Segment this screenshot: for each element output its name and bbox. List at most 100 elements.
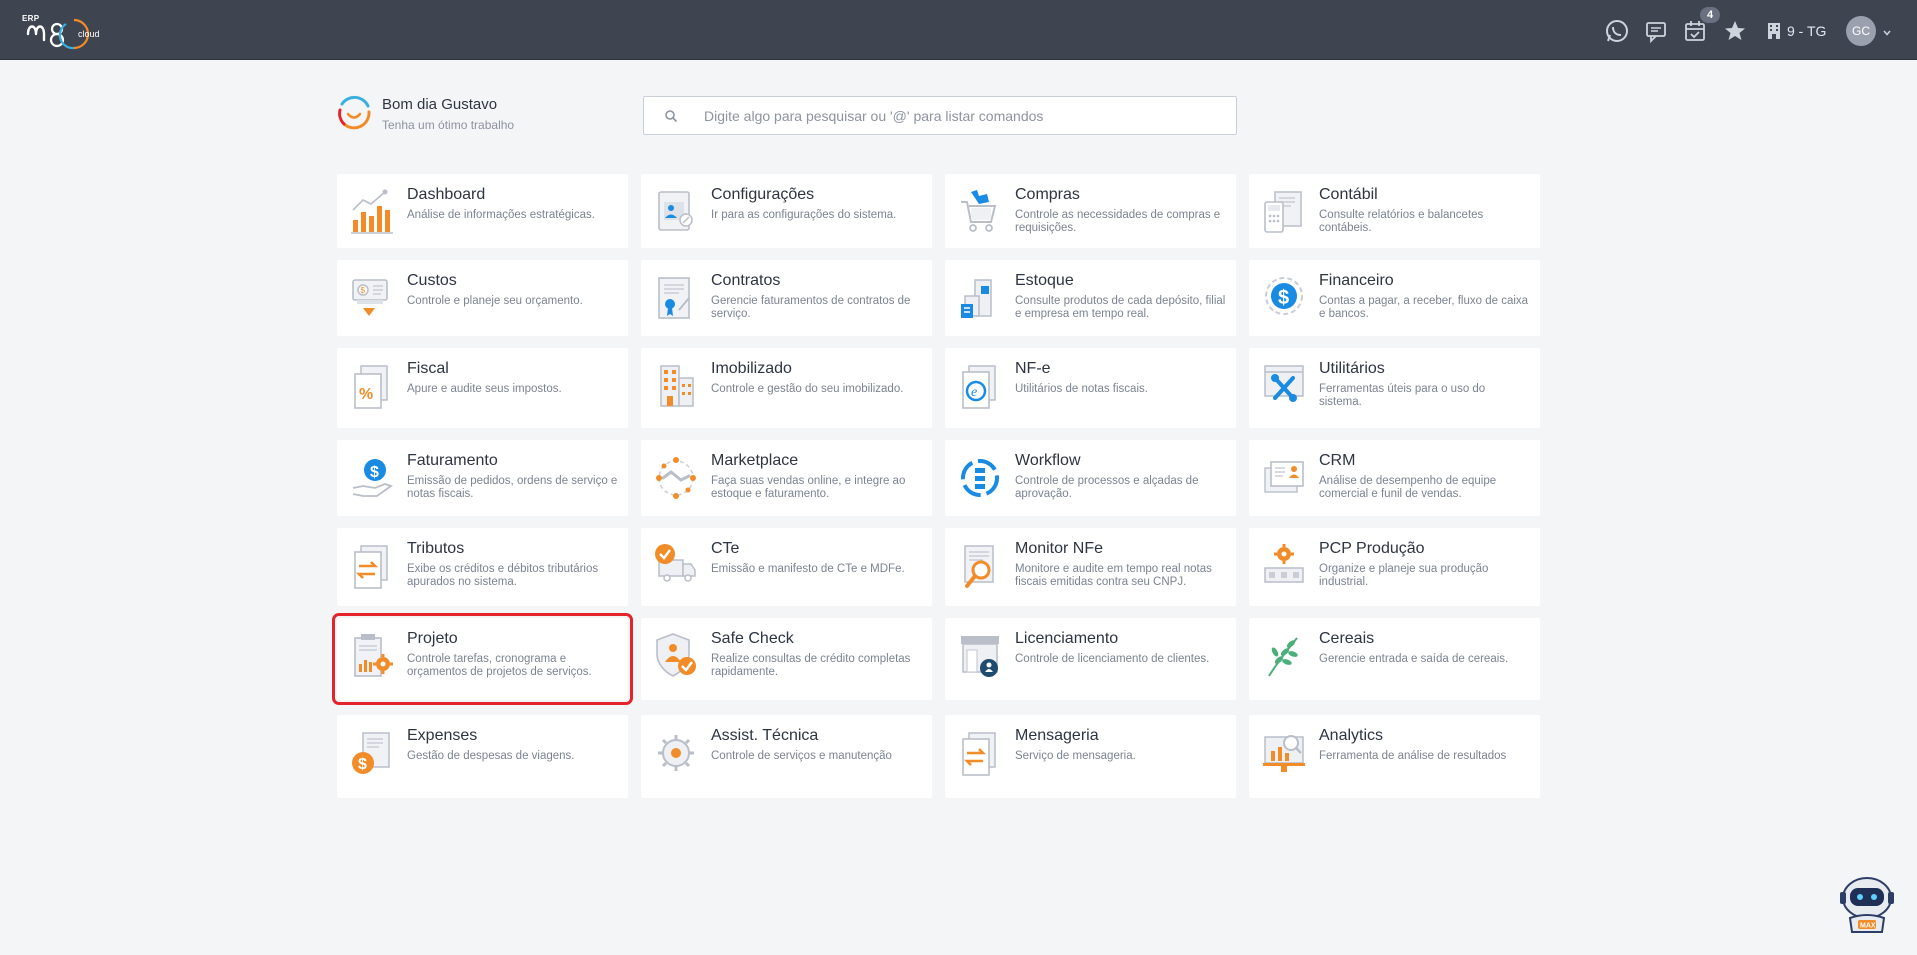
module-title: CTe bbox=[711, 540, 740, 557]
search-box[interactable] bbox=[643, 96, 1237, 135]
whatsapp-icon[interactable] bbox=[1604, 18, 1630, 44]
building-icon bbox=[1768, 23, 1780, 39]
module-card-assist-tecnica[interactable]: Assist. Técnica Controle de serviços e m… bbox=[641, 715, 932, 798]
shield-check-icon bbox=[656, 633, 696, 677]
module-card-imobilizado[interactable]: Imobilizado Controle e gestão do seu imo… bbox=[641, 348, 932, 428]
module-title: Fiscal bbox=[407, 360, 449, 377]
module-card-licenciamento[interactable]: Licenciamento Controle de licenciamento … bbox=[945, 618, 1236, 700]
svg-text:$: $ bbox=[1278, 287, 1289, 309]
star-icon[interactable] bbox=[1722, 18, 1748, 44]
greeting-title: Bom dia Gustavo bbox=[382, 96, 498, 113]
module-title: Faturamento bbox=[407, 452, 498, 469]
svg-text:cloud: cloud bbox=[78, 29, 100, 39]
module-description: Controle e gestão do seu imobilizado. bbox=[711, 383, 904, 395]
module-card-utilitarios[interactable]: Utilitários Ferramentas úteis para o uso… bbox=[1249, 348, 1540, 428]
production-gear-icon bbox=[1264, 544, 1304, 583]
module-card-tributos[interactable]: Tributos Exibe os créditos e débitos tri… bbox=[337, 528, 628, 606]
company-selector[interactable]: 9 - TG bbox=[1767, 18, 1826, 44]
tech-gear-icon bbox=[658, 735, 694, 771]
module-card-expenses[interactable]: $ Expenses Gestão de despesas de viagens… bbox=[337, 715, 628, 798]
analytics-magnifier-icon bbox=[1263, 735, 1305, 772]
module-card-dashboard[interactable]: Dashboard Análise de informações estraté… bbox=[337, 174, 628, 248]
brand-logo[interactable]: ERP cloud bbox=[22, 12, 114, 52]
module-description: Consulte produtos de cada depósito, fili… bbox=[1015, 295, 1226, 320]
module-description: Monitore e audite em tempo real notas fi… bbox=[1015, 563, 1212, 588]
module-card-estoque[interactable]: Estoque Consulte produtos de cada depósi… bbox=[945, 260, 1236, 336]
module-description: Controle as necessidades de compras e re… bbox=[1015, 209, 1221, 234]
module-description: Ferramenta de análise de resultados bbox=[1319, 750, 1507, 762]
module-title: Cereais bbox=[1319, 630, 1375, 647]
top-navbar: ERP cloud 4 9 - TG GC bbox=[0, 0, 1917, 60]
module-card-contratos[interactable]: Contratos Gerencie faturamentos de contr… bbox=[641, 260, 932, 336]
license-store-icon bbox=[961, 636, 999, 677]
module-card-mensageria[interactable]: Mensageria Serviço de mensageria. bbox=[945, 715, 1236, 798]
module-card-projeto[interactable]: Projeto Controle tarefas, cronograma e o… bbox=[332, 613, 633, 705]
magnifier-document-icon bbox=[964, 545, 994, 588]
user-avatar[interactable]: GC bbox=[1846, 16, 1876, 46]
module-card-compras[interactable]: Compras Controle as necessidades de comp… bbox=[945, 174, 1236, 248]
module-title: Estoque bbox=[1015, 272, 1074, 289]
module-title: Contratos bbox=[711, 272, 781, 289]
crm-card-icon bbox=[1264, 461, 1304, 493]
module-description: Utilitários de notas fiscais. bbox=[1015, 383, 1148, 395]
module-card-workflow[interactable]: Workflow Controle de processos e alçadas… bbox=[945, 440, 1236, 516]
module-card-cereais[interactable]: Cereais Gerencie entrada e saída de cere… bbox=[1249, 618, 1540, 700]
robot-assistant-icon[interactable]: MAX bbox=[1838, 874, 1896, 936]
chevron-down-icon[interactable] bbox=[1882, 25, 1892, 36]
module-card-analytics[interactable]: Analytics Ferramenta de análise de resul… bbox=[1249, 715, 1540, 798]
module-card-cte[interactable]: CTe Emissão e manifesto de CTe e MDFe. bbox=[641, 528, 932, 606]
module-title: Compras bbox=[1015, 186, 1080, 203]
module-description: Ir para as configurações do sistema. bbox=[711, 209, 897, 221]
module-card-crm[interactable]: CRM Análise de desempenho de equipe come… bbox=[1249, 440, 1540, 516]
company-label: 9 - TG bbox=[1787, 23, 1827, 39]
money-cost-icon: $ bbox=[352, 279, 388, 316]
svg-text:$: $ bbox=[361, 286, 366, 295]
workflow-icon bbox=[961, 459, 999, 497]
module-title: Utilitários bbox=[1319, 360, 1385, 377]
shopping-cart-icon bbox=[961, 190, 997, 232]
truck-check-icon bbox=[655, 544, 696, 582]
module-card-configuracoes[interactable]: Configurações Ir para as configurações d… bbox=[641, 174, 932, 248]
project-clipboard-icon bbox=[354, 634, 393, 677]
svg-text:%: % bbox=[359, 386, 373, 403]
module-title: Tributos bbox=[407, 540, 465, 557]
module-title: Custos bbox=[407, 272, 457, 289]
module-description: Contas a pagar, a receber, fluxo de caix… bbox=[1319, 295, 1529, 320]
module-card-contabil[interactable]: Contábil Consulte relatórios e balancete… bbox=[1249, 174, 1540, 248]
module-description: Controle tarefas, cronograma e orçamento… bbox=[407, 653, 592, 678]
search-input[interactable] bbox=[704, 106, 1214, 126]
search-icon bbox=[664, 109, 678, 123]
dashboard-chart-icon bbox=[351, 189, 393, 234]
module-description: Controle de licenciamento de clientes. bbox=[1015, 653, 1210, 665]
module-description: Realize consultas de crédito completas r… bbox=[711, 653, 911, 678]
module-description: Emissão de pedidos, ordens de serviço e … bbox=[407, 475, 618, 500]
module-title: CRM bbox=[1319, 452, 1356, 469]
svg-text:e: e bbox=[971, 385, 977, 400]
module-card-marketplace[interactable]: Marketplace Faça suas vendas online, e i… bbox=[641, 440, 932, 516]
module-title: Assist. Técnica bbox=[711, 727, 819, 744]
module-description: Análise de informações estratégicas. bbox=[407, 209, 595, 221]
module-description: Controle de serviços e manutenção bbox=[711, 750, 892, 762]
module-title: PCP Produção bbox=[1319, 540, 1425, 557]
module-card-financeiro[interactable]: $ Financeiro Contas a pagar, a receber, … bbox=[1249, 260, 1540, 336]
module-description: Apure e audite seus impostos. bbox=[407, 383, 562, 395]
module-title: Workflow bbox=[1015, 452, 1081, 469]
module-description: Organize e planeje sua produção industri… bbox=[1319, 563, 1489, 588]
module-card-faturamento[interactable]: $ Faturamento Emissão de pedidos, ordens… bbox=[337, 440, 628, 516]
module-card-pcp-producao[interactable]: PCP Produção Organize e planeje sua prod… bbox=[1249, 528, 1540, 606]
module-card-monitor-nfe[interactable]: Monitor NFe Monitore e audite em tempo r… bbox=[945, 528, 1236, 606]
module-card-fiscal[interactable]: % Fiscal Apure e audite seus impostos. bbox=[337, 348, 628, 428]
expense-coin-icon: $ bbox=[352, 732, 390, 774]
module-description: Controle de processos e alçadas de aprov… bbox=[1015, 475, 1199, 500]
module-title: Contábil bbox=[1319, 186, 1378, 203]
module-title: Marketplace bbox=[711, 452, 799, 469]
module-title: Licenciamento bbox=[1015, 630, 1119, 647]
module-card-custos[interactable]: $ Custos Controle e planeje seu orçament… bbox=[337, 260, 628, 336]
module-title: Projeto bbox=[407, 630, 458, 647]
chat-icon[interactable] bbox=[1643, 18, 1669, 44]
module-card-nfe[interactable]: e NF-e Utilitários de notas fiscais. bbox=[945, 348, 1236, 428]
grain-leaf-icon bbox=[1268, 637, 1298, 677]
settings-profile-icon bbox=[658, 191, 693, 231]
module-title: Financeiro bbox=[1319, 272, 1394, 289]
module-card-safe-check[interactable]: Safe Check Realize consultas de crédito … bbox=[641, 618, 932, 700]
